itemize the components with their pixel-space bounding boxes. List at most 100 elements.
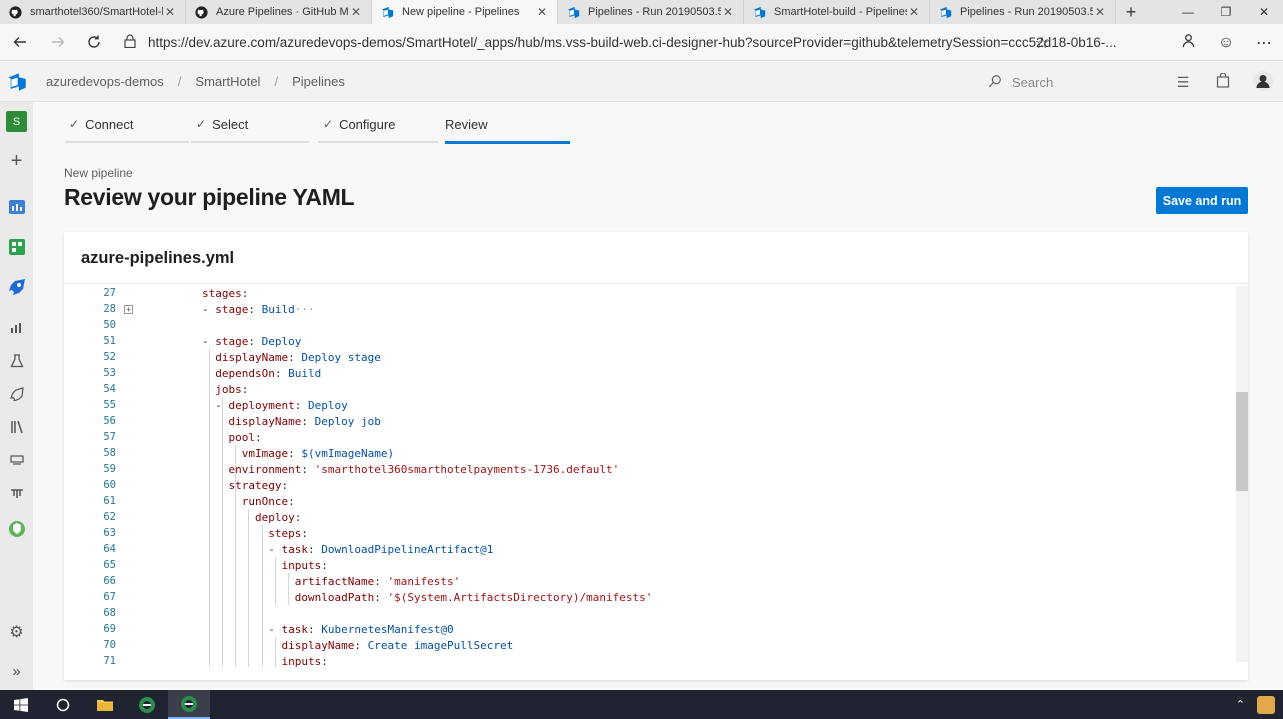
windows-start-icon[interactable] <box>0 690 42 719</box>
breadcrumb-project[interactable]: SmartHotel <box>195 74 260 89</box>
save-and-run-button[interactable]: Save and run <box>1156 187 1248 214</box>
window-close-icon[interactable]: ✕ <box>1245 0 1283 24</box>
code-line[interactable]: 70 displayName: Create imagePullSecret <box>64 637 1236 653</box>
browser-tab[interactable]: smarthotel360/SmartHotel-b ✕ <box>0 0 186 24</box>
code-line[interactable]: 54 jobs: <box>64 381 1236 397</box>
code-line[interactable]: 59 environment: 'smarthotel360smarthotel… <box>64 461 1236 477</box>
close-icon[interactable]: ✕ <box>907 5 921 19</box>
code-line[interactable]: 27 stages: <box>64 285 1236 301</box>
breadcrumb-pipelines[interactable]: Pipelines <box>292 74 345 89</box>
avatar[interactable] <box>1243 70 1283 94</box>
pipelines-icon[interactable] <box>6 276 27 297</box>
deployment-groups-icon[interactable] <box>6 482 27 503</box>
favorite-star-icon[interactable]: ☆ <box>1023 33 1061 53</box>
line-number: 64 <box>103 543 116 555</box>
code-line[interactable]: 51 - stage: Deploy <box>64 333 1236 349</box>
code-line[interactable]: 56 displayName: Deploy job <box>64 413 1236 429</box>
feedback-smiley-icon[interactable]: ☺ <box>1207 34 1245 52</box>
extension-shield-icon[interactable] <box>6 518 27 539</box>
code-line[interactable]: 71 inputs: <box>64 653 1236 668</box>
more-options-icon[interactable]: ⋯ <box>1245 33 1283 53</box>
browser-tab[interactable]: SmartHotel-build - Pipelines ✕ <box>744 0 930 24</box>
indent-guide <box>288 573 290 605</box>
minimize-icon[interactable]: — <box>1169 0 1207 24</box>
url-field[interactable]: https://dev.azure.com/azuredevops-demos/… <box>120 29 1165 56</box>
close-icon[interactable]: ✕ <box>163 5 177 19</box>
close-icon[interactable]: ✕ <box>721 5 735 19</box>
releases-icon[interactable] <box>6 383 27 404</box>
new-tab-icon[interactable]: + <box>1116 0 1146 24</box>
code-line[interactable]: 57 pool: <box>64 429 1236 445</box>
test-plans-icon[interactable] <box>6 350 27 371</box>
code-line[interactable]: 52 displayName: Deploy stage <box>64 349 1236 365</box>
code-line[interactable]: 58 vmImage: $(vmImageName) <box>64 445 1236 461</box>
task-groups-icon[interactable] <box>6 449 27 470</box>
line-number: 50 <box>103 319 116 331</box>
code-text: displayName: Deploy stage <box>215 350 381 364</box>
code-line[interactable]: 65 inputs: <box>64 557 1236 573</box>
close-icon[interactable]: ✕ <box>349 5 363 19</box>
expand-chevron-icon[interactable]: » <box>6 661 27 682</box>
code-line[interactable]: 64 - task: DownloadPipelineArtifact@1 <box>64 541 1236 557</box>
browser-tab[interactable]: Azure Pipelines · GitHub Mar ✕ <box>186 0 372 24</box>
fold-expand-icon[interactable]: + <box>124 304 133 314</box>
azure-devops-icon <box>752 5 766 19</box>
yaml-code-editor[interactable]: 27 stages: 28 + - stage: Build··· 50 51 - stage… <box>64 284 1236 667</box>
line-number: 56 <box>103 415 116 427</box>
back-icon[interactable] <box>2 24 38 60</box>
builds-icon[interactable] <box>6 316 27 337</box>
code-line[interactable]: 62 deploy: <box>64 509 1236 525</box>
profile-icon[interactable] <box>1169 33 1207 53</box>
code-line[interactable]: 60 strategy: <box>64 477 1236 493</box>
tab-review[interactable]: Review <box>445 102 488 146</box>
close-icon[interactable]: ✕ <box>535 5 549 19</box>
azure-devops-header: azuredevops-demos / SmartHotel / Pipelin… <box>0 62 1283 102</box>
boards-icon[interactable] <box>6 236 27 257</box>
forward-icon[interactable] <box>40 24 76 60</box>
file-explorer-icon[interactable] <box>84 690 126 719</box>
library-icon[interactable] <box>6 416 27 437</box>
breadcrumb-org[interactable]: azuredevops-demos <box>46 74 164 89</box>
settings-gear-icon[interactable]: ⚙ <box>6 621 27 642</box>
code-line[interactable]: 63 steps: <box>64 525 1236 541</box>
project-avatar-icon[interactable]: S <box>6 111 27 132</box>
line-number: 63 <box>103 527 116 539</box>
tray-chevron-icon[interactable]: ⌃ <box>1236 698 1245 711</box>
list-icon[interactable]: ☰ <box>1163 74 1203 91</box>
tab-title: New pipeline - Pipelines <box>402 6 520 18</box>
cortana-icon[interactable] <box>42 690 84 719</box>
code-line[interactable]: 28 + - stage: Build··· <box>64 301 1236 317</box>
code-line[interactable]: 61 runOnce: <box>64 493 1236 509</box>
edge-browser-active-icon[interactable] <box>168 690 210 719</box>
tray-app-icon[interactable] <box>1257 695 1275 714</box>
editor-scrollbar-thumb[interactable] <box>1236 392 1248 491</box>
code-line[interactable]: 67 downloadPath: '$(System.ArtifactsDire… <box>64 589 1236 605</box>
add-icon[interactable]: + <box>6 150 27 172</box>
browser-tab[interactable]: Pipelines - Run 20190503.5 ✕ <box>930 0 1116 24</box>
azure-devops-logo-icon[interactable] <box>0 62 34 102</box>
code-text: strategy: <box>228 478 289 492</box>
browser-tab[interactable]: Pipelines - Run 20190503.5 ✕ <box>558 0 744 24</box>
code-line[interactable]: 50 <box>64 317 1236 333</box>
code-line[interactable]: 53 dependsOn: Build <box>64 365 1236 381</box>
code-line[interactable]: 55 - deployment: Deploy <box>64 397 1236 413</box>
shopping-bag-icon[interactable] <box>1203 72 1243 91</box>
tab-select[interactable]: ✓ Select <box>196 102 248 146</box>
header-actions: ☰ <box>1163 62 1283 102</box>
tab-configure[interactable]: ✓ Configure <box>323 102 395 146</box>
overview-icon[interactable] <box>6 196 27 217</box>
code-text: stages: <box>202 286 249 300</box>
code-line[interactable]: 68 <box>64 605 1236 621</box>
search-placeholder: Search <box>1012 74 1054 90</box>
search-input[interactable]: Search <box>988 69 1160 95</box>
tab-connect[interactable]: ✓ Connect <box>69 102 133 146</box>
code-line[interactable]: 66 artifactName: 'manifests' <box>64 573 1236 589</box>
close-icon[interactable]: ✕ <box>1093 5 1107 19</box>
code-text: - task: DownloadPipelineArtifact@1 <box>268 542 494 556</box>
refresh-icon[interactable] <box>76 24 112 60</box>
yaml-filename[interactable]: azure-pipelines.yml <box>81 249 234 268</box>
browser-tab-active[interactable]: New pipeline - Pipelines ✕ <box>372 0 558 24</box>
restore-icon[interactable]: ❐ <box>1207 0 1245 24</box>
code-line[interactable]: 69 - task: KubernetesManifest@0 <box>64 621 1236 637</box>
edge-browser-icon[interactable] <box>126 690 168 719</box>
